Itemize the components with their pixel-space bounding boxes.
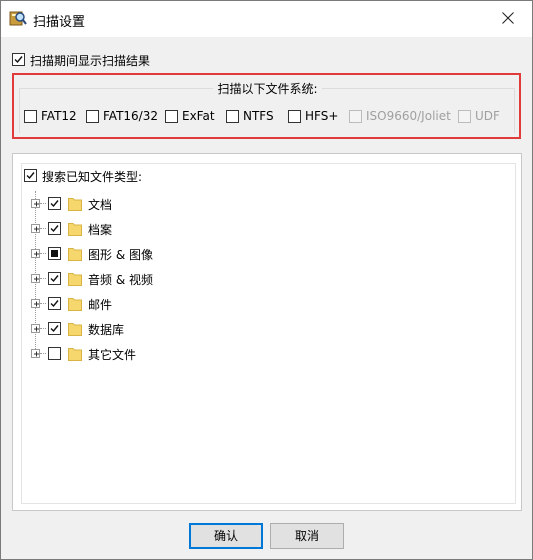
fs-exfat-label: ExFat <box>182 109 215 123</box>
filetype-email-label: 邮件 <box>88 298 113 312</box>
expand-icon[interactable] <box>31 224 40 233</box>
fs-udf-checkbox <box>458 110 471 123</box>
fs-iso9660-checkbox <box>349 110 362 123</box>
fs-fat1632-checkbox[interactable] <box>86 110 99 123</box>
fs-fat12-checkbox[interactable] <box>24 110 37 123</box>
folder-icon <box>68 223 82 236</box>
title-bar: 扫描设置 <box>1 1 532 37</box>
filetype-audio-video-checkbox[interactable] <box>48 272 61 285</box>
tree-branch-line <box>40 278 46 279</box>
folder-icon <box>68 198 82 211</box>
filetype-database-checkbox[interactable] <box>48 322 61 335</box>
folder-icon <box>68 348 82 361</box>
filetypes-root-label: 搜索已知文件类型: <box>42 170 143 184</box>
expand-icon[interactable] <box>31 199 40 208</box>
fs-iso9660-label: ISO9660/Joliet <box>366 109 451 123</box>
folder-icon <box>68 273 82 286</box>
tree-branch-line <box>40 353 46 354</box>
expand-icon[interactable] <box>31 249 40 258</box>
filesystem-group-title: 扫描以下文件系统: <box>1 80 533 97</box>
filetype-email-checkbox[interactable] <box>48 297 61 310</box>
fs-ntfs-checkbox[interactable] <box>226 110 239 123</box>
folder-icon <box>68 323 82 336</box>
folder-icon <box>68 248 82 261</box>
filetype-database-label: 数据库 <box>88 323 125 337</box>
filetype-archives-label: 档案 <box>88 223 113 237</box>
filetype-documents-label: 文档 <box>88 198 113 212</box>
close-button[interactable] <box>486 1 532 37</box>
filetype-other-label: 其它文件 <box>88 348 137 362</box>
tree-branch-line <box>40 253 46 254</box>
fs-udf-label: UDF <box>475 109 500 123</box>
tree-branch-line <box>40 228 46 229</box>
ok-button[interactable]: 确认 <box>189 523 263 549</box>
tree-branch-line <box>40 328 46 329</box>
expand-icon[interactable] <box>31 324 40 333</box>
filetype-graphics-checkbox[interactable] <box>48 247 61 260</box>
filetype-documents-checkbox[interactable] <box>48 197 61 210</box>
cancel-button[interactable]: 取消 <box>270 523 344 549</box>
scan-settings-dialog: 扫描设置 扫描期间显示扫描结果 扫描以下文件系统: FAT12 FAT16/32… <box>0 0 533 560</box>
fs-fat12-label: FAT12 <box>41 109 77 123</box>
close-icon <box>502 12 514 24</box>
fs-hfs-label: HFS+ <box>305 109 339 123</box>
tree-branch-line <box>40 203 46 204</box>
fs-ntfs-label: NTFS <box>243 109 274 123</box>
expand-icon[interactable] <box>31 274 40 283</box>
fs-hfs-checkbox[interactable] <box>288 110 301 123</box>
expand-icon[interactable] <box>31 349 40 358</box>
filetype-archives-checkbox[interactable] <box>48 222 61 235</box>
tree-branch-line <box>40 303 46 304</box>
filetype-graphics-label: 图形 & 图像 <box>88 248 153 262</box>
filetype-audio-video-label: 音频 & 视频 <box>88 273 153 287</box>
folder-icon <box>68 298 82 311</box>
window-title: 扫描设置 <box>33 15 86 30</box>
show-results-label: 扫描期间显示扫描结果 <box>30 54 151 68</box>
show-results-checkbox[interactable] <box>12 53 25 66</box>
expand-icon[interactable] <box>31 299 40 308</box>
fs-fat1632-label: FAT16/32 <box>103 109 158 123</box>
filetypes-root-checkbox[interactable] <box>24 169 37 182</box>
filetype-other-checkbox[interactable] <box>48 347 61 360</box>
fs-exfat-checkbox[interactable] <box>165 110 178 123</box>
magnifier-app-icon <box>9 9 27 27</box>
